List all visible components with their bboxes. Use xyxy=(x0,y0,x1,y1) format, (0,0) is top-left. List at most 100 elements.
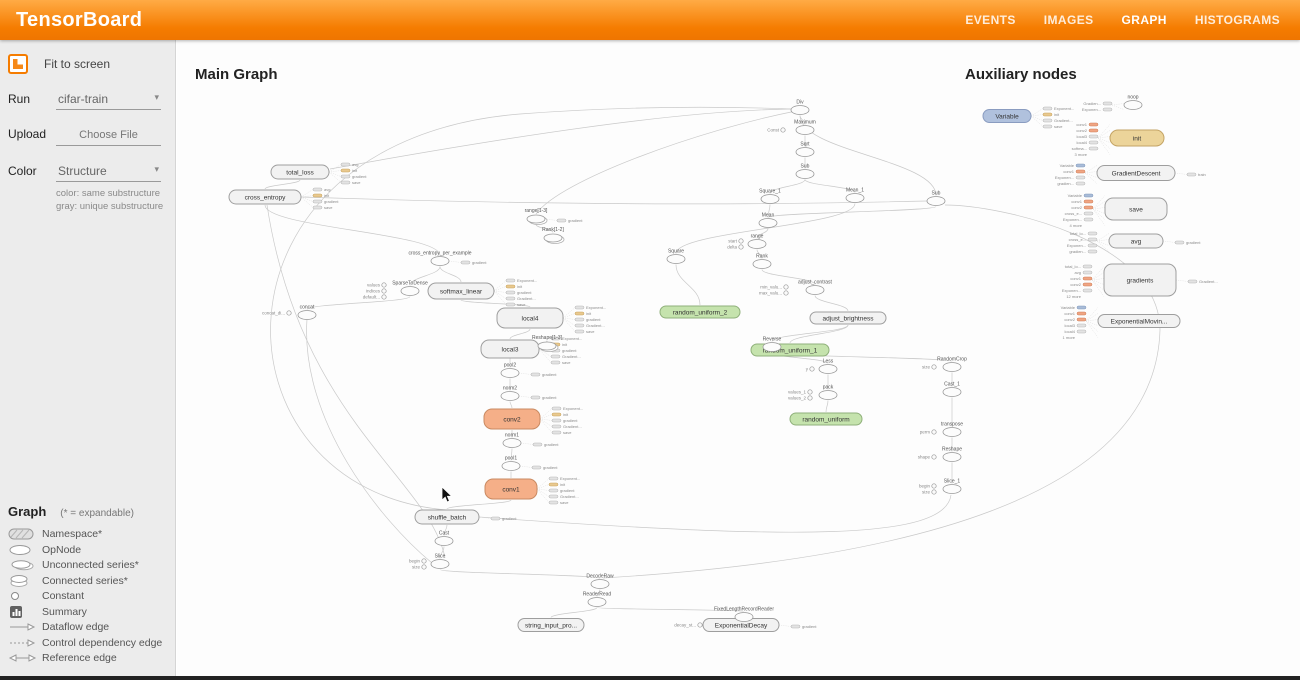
graph-node-ru1[interactable]: random_uniform_1 xyxy=(751,344,829,356)
constant-node[interactable]: indices xyxy=(366,289,386,294)
dataflow-edge-icon xyxy=(8,622,42,632)
graph-node-readerread[interactable]: ReaderRead xyxy=(583,592,612,607)
graph-node-maximum[interactable]: Maximum xyxy=(794,120,816,135)
summary-stub xyxy=(1076,170,1085,173)
constant-node[interactable]: begin xyxy=(919,484,936,489)
summary-stub xyxy=(506,279,515,282)
fit-to-screen-icon[interactable] xyxy=(8,54,28,74)
graph-node-slice1[interactable]: Slice_1 xyxy=(943,479,961,494)
constant-node[interactable]: shape xyxy=(918,455,936,460)
constant-node[interactable]: values xyxy=(367,283,386,288)
constant-node[interactable]: min_valu... xyxy=(760,285,788,290)
graph-node-graddesc[interactable]: GradientDescent xyxy=(1097,166,1175,181)
graph-node-adj_bright[interactable]: adjust_brightness xyxy=(810,312,886,324)
graph-node-conv2[interactable]: conv2 xyxy=(484,409,540,429)
constant-node[interactable]: Const xyxy=(767,128,785,133)
fit-to-screen-label[interactable]: Fit to screen xyxy=(44,57,110,71)
graph-node-total_loss[interactable]: total_loss xyxy=(271,165,329,179)
graph-node-square[interactable]: Square xyxy=(667,249,685,264)
graph-node-slice[interactable]: Slice xyxy=(431,554,449,569)
graph-node-mean1[interactable]: Mean_1 xyxy=(846,188,864,203)
graph-node-norm1[interactable]: norm1 xyxy=(503,433,521,448)
constant-node[interactable]: default... xyxy=(363,295,386,300)
graph-node-ru0[interactable]: random_uniform xyxy=(790,413,862,425)
constant-node[interactable]: y xyxy=(806,367,814,372)
graph-node-init[interactable]: init xyxy=(1110,130,1164,146)
run-select[interactable]: cifar-train ▾ xyxy=(56,90,161,110)
graph-node-range_op[interactable]: range xyxy=(748,234,766,249)
color-caption: color: same substructure gray: unique su… xyxy=(56,188,175,214)
graph-node-local3[interactable]: local3 xyxy=(481,340,539,358)
svg-text:adjust_brightness: adjust_brightness xyxy=(823,315,875,322)
legend-item-namespace: Namespace* xyxy=(8,527,175,543)
svg-text:Slice_1: Slice_1 xyxy=(944,479,961,485)
constant-node[interactable]: delta xyxy=(727,245,743,250)
svg-text:Exponent...: Exponent... xyxy=(517,278,537,283)
graph-node-mean[interactable]: Mean xyxy=(759,213,777,228)
constant-node[interactable]: decay_st... xyxy=(674,623,702,628)
summary-stub xyxy=(341,181,350,184)
graph-node-range13[interactable]: range[1-3] xyxy=(525,208,548,225)
graph-node-noop[interactable]: noop xyxy=(1124,95,1142,110)
graph-node-adj_contrast[interactable]: adjust_contrast xyxy=(798,280,833,295)
graph-node-cross_entropy[interactable]: cross_entropy xyxy=(229,190,301,204)
graph-node-div[interactable]: Div xyxy=(791,100,809,115)
graph-node-concat[interactable]: concat xyxy=(298,305,316,320)
summary-stub xyxy=(552,407,561,410)
graph-node-rank12[interactable]: Rank[1-2] xyxy=(542,227,564,244)
graph-node-pool2[interactable]: pool2 xyxy=(501,363,519,378)
graph-node-local4[interactable]: local4 xyxy=(497,308,563,328)
choose-file-button[interactable]: Choose File xyxy=(56,126,161,146)
constant-node[interactable]: size xyxy=(412,565,426,570)
graph-node-conv1[interactable]: conv1 xyxy=(485,479,537,499)
graph-node-sparsetodense[interactable]: SparseToDense xyxy=(392,281,428,296)
graph-node-sub[interactable]: Sub xyxy=(796,164,814,179)
graph-node-save[interactable]: save xyxy=(1105,198,1167,220)
summary-stub xyxy=(461,261,470,264)
app-header: TensorBoard EVENTS IMAGES GRAPH HISTOGRA… xyxy=(0,0,1300,40)
constant-node[interactable]: size xyxy=(922,490,936,495)
svg-text:Gradient...: Gradient... xyxy=(1199,279,1218,284)
constant-node[interactable]: values_2 xyxy=(788,396,812,401)
graph-node-ru2[interactable]: random_uniform_2 xyxy=(660,306,740,318)
graph-node-reshape_op[interactable]: Reshape xyxy=(942,447,962,462)
graph-node-gradients[interactable]: gradients xyxy=(1104,264,1176,296)
graph-node-subr[interactable]: Sub xyxy=(927,191,945,206)
nav-tab-graph[interactable]: GRAPH xyxy=(1122,13,1167,27)
graph-node-transpose[interactable]: transpose xyxy=(941,422,963,437)
main-graph-canvas[interactable]: Const y startdelta min_valu...max_valu...be… xyxy=(177,40,1300,676)
graph-node-decoderaw[interactable]: DecodeRaw xyxy=(586,574,614,589)
constant-node[interactable]: concat_di... xyxy=(262,311,291,316)
svg-text:conv2: conv2 xyxy=(503,416,521,423)
constant-node[interactable]: max_valu... xyxy=(759,291,788,296)
nav-tab-histograms[interactable]: HISTOGRAMS xyxy=(1195,13,1280,27)
graph-node-randomcrop[interactable]: RandomCrop xyxy=(937,357,967,372)
summary-stub xyxy=(531,373,540,376)
graph-node-sqrt[interactable]: Sqrt xyxy=(796,142,814,157)
graph-node-square1[interactable]: Square_1 xyxy=(759,189,781,204)
graph-node-reverse[interactable]: Reverse xyxy=(763,337,782,352)
graph-node-cast[interactable]: Cast xyxy=(435,531,453,546)
graph-node-shuffle_batch[interactable]: shuffle_batch xyxy=(415,510,479,524)
graph-node-pool1[interactable]: pool1 xyxy=(502,456,520,471)
graph-node-expmov[interactable]: ExponentialMovin... xyxy=(1098,315,1180,328)
color-select[interactable]: Structure ▾ xyxy=(56,162,161,182)
svg-text:pool2: pool2 xyxy=(504,363,516,369)
nav-tab-events[interactable]: EVENTS xyxy=(965,13,1015,27)
constant-node[interactable]: size xyxy=(922,365,936,370)
graph-node-rank[interactable]: Rank xyxy=(753,254,771,269)
graph-node-cast1[interactable]: Cast_1 xyxy=(943,382,961,397)
constant-node[interactable]: begin xyxy=(409,559,426,564)
graph-node-norm2[interactable]: norm2 xyxy=(501,386,519,401)
graph-node-pack[interactable]: pack xyxy=(819,385,837,400)
graph-node-string_input[interactable]: string_input_pro... xyxy=(518,619,584,632)
graph-node-avg[interactable]: avg xyxy=(1109,234,1163,248)
constant-node[interactable]: perm xyxy=(920,430,936,435)
nav-tab-images[interactable]: IMAGES xyxy=(1044,13,1094,27)
graph-node-variable[interactable]: Variable xyxy=(983,110,1031,123)
svg-text:Square: Square xyxy=(668,249,684,255)
constant-node[interactable]: start xyxy=(728,239,743,244)
constant-node[interactable]: values_1 xyxy=(788,390,812,395)
graph-node-softmax_linear[interactable]: softmax_linear xyxy=(428,283,494,299)
svg-text:Variable: Variable xyxy=(1061,305,1076,310)
